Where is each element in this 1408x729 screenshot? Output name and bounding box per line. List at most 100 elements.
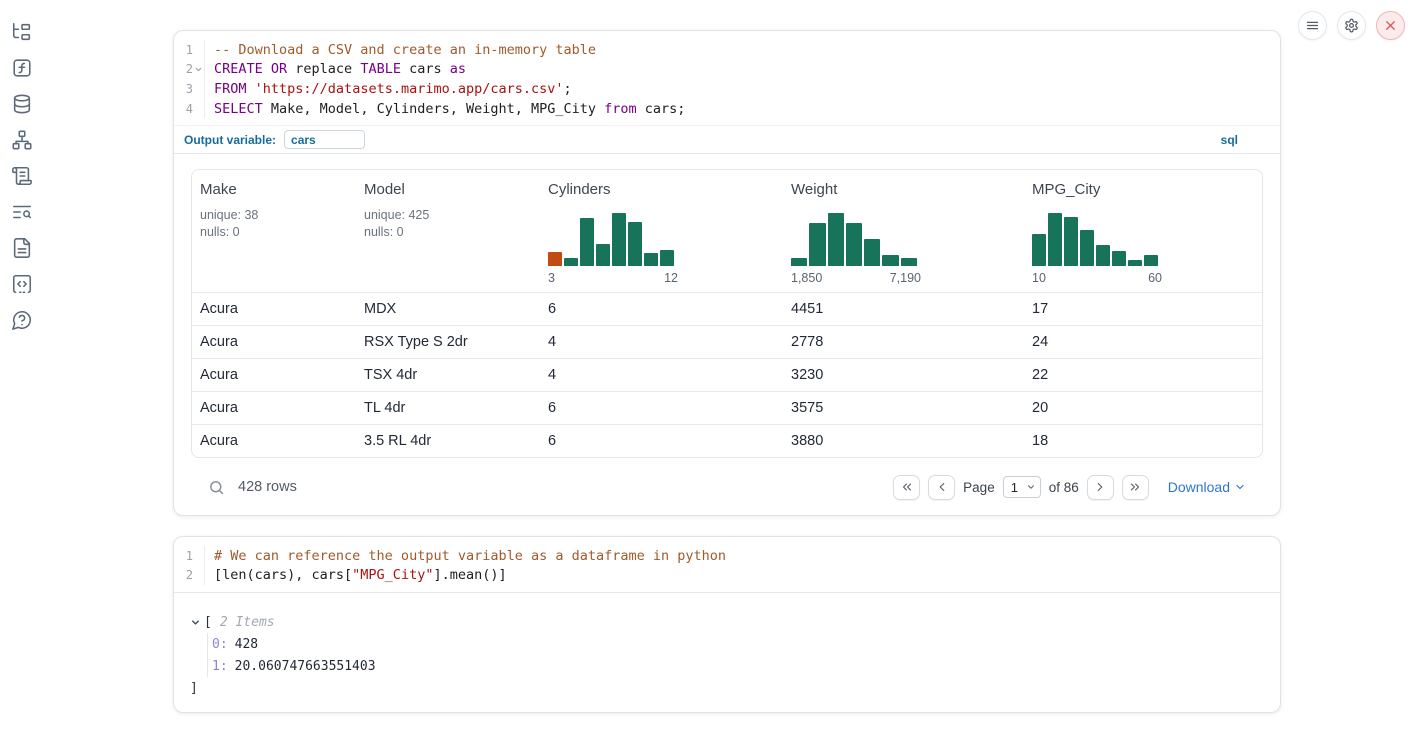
histogram-bar — [1112, 251, 1126, 266]
histogram-bar — [1144, 255, 1158, 266]
histogram-bar — [809, 223, 825, 266]
chevrons-left-icon — [900, 480, 914, 494]
histogram-mpg_city: 1060 — [1032, 213, 1254, 285]
output-variable-input[interactable] — [284, 130, 365, 149]
tree-items-count: 2 Items — [220, 615, 275, 630]
sql-cell-output: Makeunique: 38nulls: 0 Model unique: 425nu… — [174, 154, 1280, 502]
table-cell: Acura — [192, 433, 356, 449]
line-number: 2 — [186, 568, 193, 582]
column-header-make[interactable]: Makeunique: 38nulls: 0 — [192, 170, 356, 292]
chevron-right-icon — [1093, 480, 1107, 494]
table-row[interactable]: AcuraMDX6445117 — [192, 292, 1262, 325]
language-badge: sql — [1221, 133, 1270, 147]
table-cell: Acura — [192, 334, 356, 350]
histogram-bar — [1064, 217, 1078, 266]
histogram-axis-labels: 312 — [548, 271, 678, 285]
tree-open-bracket: [ — [204, 615, 212, 630]
text-search-icon[interactable] — [11, 201, 33, 223]
settings-button[interactable] — [1337, 11, 1366, 40]
row-count: 428 rows — [238, 479, 297, 495]
function-square-icon[interactable] — [11, 57, 33, 79]
file-document-icon[interactable] — [11, 237, 33, 259]
histogram-weight: 1,8507,190 — [791, 213, 1016, 285]
prev-page-button[interactable] — [928, 475, 955, 500]
column-stats: unique: 425nulls: 0 — [364, 207, 532, 240]
column-header-cylinders[interactable]: Cylinders312 — [540, 170, 783, 292]
table-cell: 17 — [1024, 301, 1262, 317]
table-row[interactable]: AcuraRSX Type S 2dr4277824 — [192, 325, 1262, 358]
histogram-bar — [791, 258, 807, 266]
histogram-cylinders: 312 — [548, 213, 775, 285]
histogram-bar — [596, 244, 610, 266]
database-icon[interactable] — [11, 93, 33, 115]
table-cell: Acura — [192, 367, 356, 383]
column-header-mpg_city[interactable]: MPG_City1060 — [1024, 170, 1262, 292]
histogram-bar — [864, 239, 880, 266]
pagination: Page 1 of 86 — [893, 475, 1149, 500]
column-name: Model — [364, 181, 532, 198]
column-name: Weight — [791, 181, 1016, 198]
table-cell: 20 — [1024, 400, 1262, 416]
fold-chevron-icon[interactable] — [193, 64, 204, 75]
table-cell: 6 — [540, 301, 783, 317]
table-row[interactable]: AcuraTL 4dr6357520 — [192, 391, 1262, 424]
table-cell: 3880 — [783, 433, 1024, 449]
download-button[interactable]: Download — [1168, 479, 1246, 495]
table-cell: 2778 — [783, 334, 1024, 350]
table-cell: 24 — [1024, 334, 1262, 350]
histogram-bar — [1032, 234, 1046, 266]
column-name: Make — [200, 181, 348, 198]
chevron-left-icon — [935, 480, 949, 494]
sql-code-editor[interactable]: 1234-- Download a CSV and create an in-m… — [174, 31, 1280, 125]
python-code-editor[interactable]: 1 2 # We can reference the output variable… — [174, 537, 1280, 593]
histogram-axis-labels: 1,8507,190 — [791, 271, 921, 285]
line-number: 1 — [186, 549, 193, 563]
column-header-model[interactable]: Model unique: 425nulls: 0 — [356, 170, 540, 292]
histogram-axis-labels: 1060 — [1032, 271, 1162, 285]
table-cell: Acura — [192, 400, 356, 416]
collapse-chevron-icon[interactable] — [190, 617, 201, 628]
scroll-logs-icon[interactable] — [11, 165, 33, 187]
tree-entry: 1:20.060747663551403 — [212, 655, 1264, 677]
code-line: # We can reference the output variable a… — [214, 546, 1280, 566]
table-cell: 4 — [540, 367, 783, 383]
search-icon[interactable] — [208, 479, 225, 496]
sql-cell: 1234-- Download a CSV and create an in-m… — [173, 30, 1281, 516]
table-cell: 6 — [540, 400, 783, 416]
histogram-bar — [1080, 230, 1094, 266]
last-page-button[interactable] — [1122, 475, 1149, 500]
table-cell: 22 — [1024, 367, 1262, 383]
line-number: 4 — [186, 102, 193, 116]
page-select[interactable]: 1 — [1003, 476, 1041, 498]
topbar — [1298, 11, 1405, 40]
column-header-weight[interactable]: Weight 1,8507,190 — [783, 170, 1024, 292]
shutdown-button[interactable] — [1376, 11, 1405, 40]
table-cell: TSX 4dr — [356, 367, 540, 383]
dependency-graph-icon[interactable] — [11, 129, 33, 151]
histogram-bar — [1048, 213, 1062, 266]
chevrons-right-icon — [1128, 480, 1142, 494]
first-page-button[interactable] — [893, 475, 920, 500]
table-row[interactable]: AcuraTSX 4dr4323022 — [192, 358, 1262, 391]
table-cell: 6 — [540, 433, 783, 449]
next-page-button[interactable] — [1087, 475, 1114, 500]
menu-button[interactable] — [1298, 11, 1327, 40]
histogram-bar — [644, 253, 658, 266]
output-variable-label: Output variable: — [184, 133, 276, 147]
sidebar — [0, 0, 44, 345]
tree-entry-key: 1: — [212, 659, 228, 674]
table-body: AcuraMDX6445117AcuraRSX Type S 2dr427782… — [192, 292, 1262, 457]
table-row[interactable]: Acura3.5 RL 4dr6388018 — [192, 424, 1262, 457]
table-cell: RSX Type S 2dr — [356, 334, 540, 350]
output-variable-row: Output variable: sql — [174, 125, 1280, 154]
file-tree-icon[interactable] — [11, 21, 33, 43]
histogram-bar — [901, 258, 917, 266]
help-bubble-icon[interactable] — [11, 309, 33, 331]
data-table: Makeunique: 38nulls: 0 Model unique: 425nu… — [191, 169, 1263, 458]
histogram-bar — [1096, 245, 1110, 266]
code-line: FROM 'https://datasets.marimo.app/cars.c… — [214, 79, 1280, 99]
output-code-icon[interactable] — [11, 273, 33, 295]
python-cell: 1 2 # We can reference the output variable… — [173, 536, 1281, 713]
hamburger-icon — [1305, 18, 1320, 33]
close-x-icon — [1383, 18, 1398, 33]
